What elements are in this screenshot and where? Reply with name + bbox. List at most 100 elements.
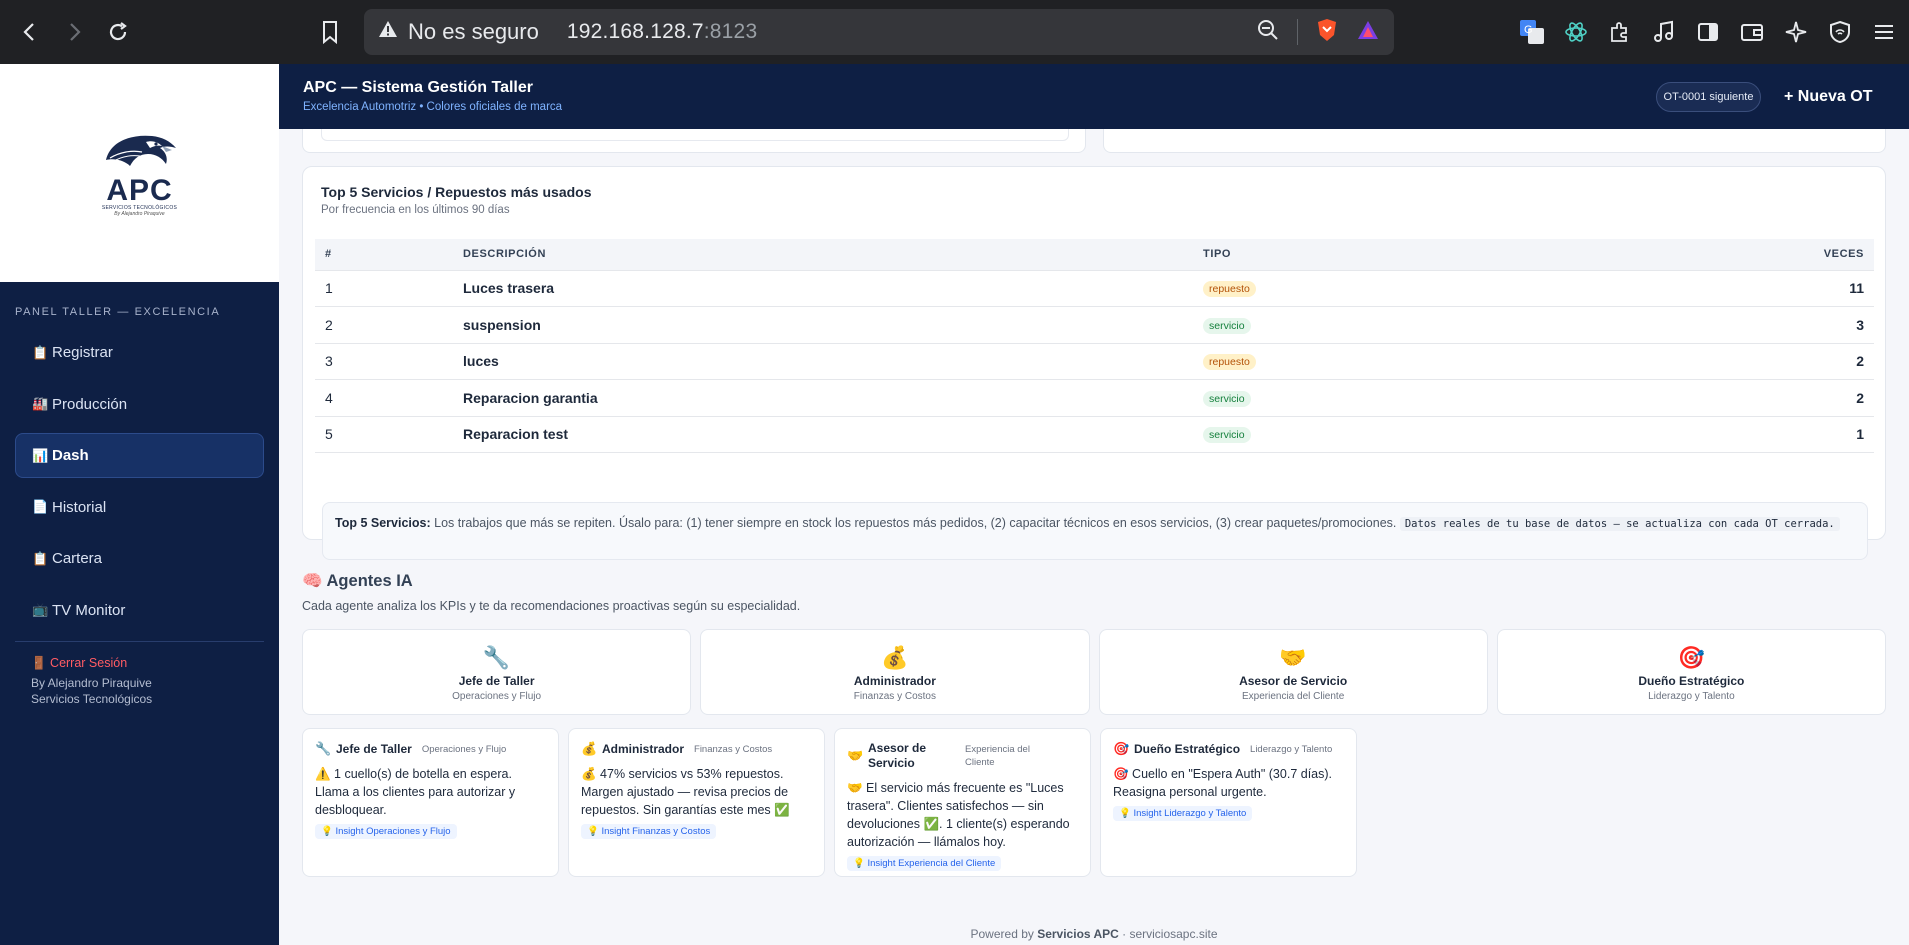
target-icon: 🎯 <box>1677 645 1706 670</box>
cell-descripcion: luces <box>453 343 1193 380</box>
cell-rank: 1 <box>315 270 453 307</box>
svg-text:G: G <box>1524 24 1533 36</box>
new-ot-button[interactable]: + Nueva OT <box>1784 82 1872 112</box>
cell-rank: 3 <box>315 343 453 380</box>
bookmark-icon[interactable] <box>312 14 348 50</box>
agent-name: Dueño Estratégico <box>1638 674 1745 688</box>
zoom-out-icon[interactable] <box>1257 19 1279 46</box>
atom-extension-icon[interactable] <box>1561 17 1591 47</box>
agent-card-dueno-estrategico[interactable]: 🎯 Dueño Estratégico Liderazgo y Talento <box>1496 629 1886 715</box>
insight-header: 🔧 Jefe de Taller Operaciones y Flujo <box>315 741 546 757</box>
sidebar-item-registrar[interactable]: 📋 Registrar <box>15 330 264 375</box>
insight-agent-name: Administrador <box>602 742 685 756</box>
translate-icon[interactable]: G <box>1517 17 1547 47</box>
url-port: :8123 <box>703 20 758 43</box>
back-icon[interactable] <box>8 10 52 54</box>
wrench-icon: 🔧 <box>482 645 511 670</box>
cell-descripcion: suspension <box>453 306 1193 344</box>
insight-body: ⚠️ 1 cuello(s) de botella en espera. Lla… <box>315 767 516 817</box>
insight-agent-desc: Operaciones y Flujo <box>421 743 507 755</box>
top5-table: # DESCRIPCIÓN TIPO VECES 1 Luces trasera… <box>315 239 1874 453</box>
tipo-badge: servicio <box>1203 317 1251 334</box>
insight-body: 🎯 Cuello en "Espera Auth" (30.7 días). R… <box>1113 767 1333 799</box>
previous-card-inner <box>321 129 1069 141</box>
cell-rank: 5 <box>315 416 453 453</box>
cell-tipo: servicio <box>1193 379 1693 417</box>
footer-brand-link[interactable]: Servicios APC <box>1037 927 1119 941</box>
insight-header: 🎯 Dueño Estratégico Liderazgo y Talento <box>1113 741 1344 757</box>
previous-card-left <box>302 129 1086 153</box>
logo-subtitle: SERVICIOS TECNOLÓGICOS <box>101 204 178 211</box>
cell-rank: 4 <box>315 379 453 417</box>
sidebar-item-tv-monitor[interactable]: 📺 TV Monitor <box>15 588 264 633</box>
vpn-shield-icon[interactable] <box>1825 17 1855 47</box>
insight-agent-desc: Finanzas y Costos <box>694 743 773 755</box>
cell-tipo: repuesto <box>1193 270 1693 307</box>
agents-title: 🧠 Agentes IA <box>302 572 413 590</box>
table-row: 2 suspension servicio 3 <box>315 306 1874 344</box>
factory-icon: 🏭 <box>32 396 49 411</box>
sidebar-item-produccion[interactable]: 🏭 Producción <box>15 382 264 427</box>
url-text: 192.168.128.7:8123 <box>567 20 757 44</box>
warning-icon <box>378 20 398 44</box>
top5-subtitle: Por frecuencia en los últimos 90 días <box>321 204 510 216</box>
agent-name: Jefe de Taller <box>458 674 535 688</box>
top5-note: Top 5 Servicios: Los trabajos que más se… <box>322 502 1868 560</box>
sidebar-item-label: Registrar <box>52 344 113 361</box>
insight-agent-name: Asesor de Servicio <box>868 741 927 770</box>
page-footer: Powered by Servicios APC · serviciosapc.… <box>279 927 1909 941</box>
table-row: 5 Reparacion test servicio 1 <box>315 416 1874 453</box>
app-subtitle: Excelencia Automotriz • Colores oficiale… <box>303 101 563 113</box>
tipo-badge: repuesto <box>1203 354 1256 371</box>
sidebar-credits: By Alejandro Piraquive Servicios Tecnoló… <box>0 675 279 707</box>
insight-header: 🤝 Asesor de Servicio Experiencia del Cli… <box>847 741 1078 771</box>
table-row: 3 luces repuesto 2 <box>315 343 1874 380</box>
agent-card-administrador[interactable]: 💰 Administrador Finanzas y Costos <box>700 629 1090 715</box>
agent-desc: Finanzas y Costos <box>853 691 936 702</box>
brave-shield-icon[interactable] <box>1316 18 1338 47</box>
credits-line-2: Servicios Tecnológicos <box>31 691 153 706</box>
logo-mark: APC SERVICIOS TECNOLÓGICOS By Alejandro … <box>95 130 185 217</box>
menu-icon[interactable] <box>1869 17 1899 47</box>
bar-chart-icon: 📊 <box>32 447 49 463</box>
main-content: Top 5 Servicios / Repuestos más usados P… <box>279 129 1909 945</box>
cell-tipo: servicio <box>1193 416 1693 453</box>
puzzle-icon[interactable] <box>1605 17 1635 47</box>
credits-line-1: By Alejandro Piraquive <box>31 675 152 690</box>
app-title: APC — Sistema Gestión Taller <box>303 79 533 96</box>
sidebar-toggle-icon[interactable] <box>1693 17 1723 47</box>
logout-link[interactable]: 🚪 Cerrar Sesión <box>0 656 279 671</box>
leo-ai-icon[interactable] <box>1781 17 1811 47</box>
address-bar[interactable]: No es seguro 192.168.128.7:8123 <box>364 9 1394 55</box>
note-label: Top 5 Servicios: <box>335 516 431 530</box>
insight-tag: 💡 Insight Experiencia del Cliente <box>847 856 1002 871</box>
reload-icon[interactable] <box>96 10 140 54</box>
insecure-label: No es seguro <box>408 19 539 44</box>
target-icon: 🎯 <box>1113 741 1130 756</box>
tipo-badge: repuesto <box>1203 281 1256 298</box>
sidebar-item-label: Historial <box>52 498 107 516</box>
clipboard-icon: 📋 <box>32 344 49 360</box>
sidebar-item-label: Dash <box>52 447 89 464</box>
brand-logo: APC SERVICIOS TECNOLÓGICOS By Alejandro … <box>0 64 279 282</box>
cell-veces: 2 <box>1693 343 1874 380</box>
insight-card-asesor-servicio: 🤝 Asesor de Servicio Experiencia del Cli… <box>834 728 1091 877</box>
sidebar-item-dash[interactable]: 📊 Dash <box>15 433 264 478</box>
sidebar-item-historial[interactable]: 📄 Historial <box>15 485 264 530</box>
url-host: 192.168.128.7 <box>566 20 704 43</box>
tipo-badge: servicio <box>1203 390 1251 407</box>
money-bag-icon: 💰 <box>581 741 598 756</box>
url-separator <box>1297 19 1298 45</box>
wallet-icon[interactable] <box>1737 17 1767 47</box>
agent-card-asesor-servicio[interactable]: 🤝 Asesor de Servicio Experiencia del Cli… <box>1098 629 1488 715</box>
cell-veces: 3 <box>1693 306 1874 344</box>
forward-icon[interactable] <box>52 10 96 54</box>
wrench-icon: 🔧 <box>315 741 332 756</box>
brave-rewards-icon[interactable] <box>1356 19 1380 46</box>
sidebar-item-cartera[interactable]: 📋 Cartera <box>15 536 264 581</box>
cell-veces: 11 <box>1693 270 1874 307</box>
music-icon[interactable] <box>1649 17 1679 47</box>
tipo-badge: servicio <box>1203 427 1251 444</box>
insight-agent-desc: Liderazgo y Talento <box>1250 743 1333 755</box>
agent-card-jefe-taller[interactable]: 🔧 Jefe de Taller Operaciones y Flujo <box>302 629 692 715</box>
